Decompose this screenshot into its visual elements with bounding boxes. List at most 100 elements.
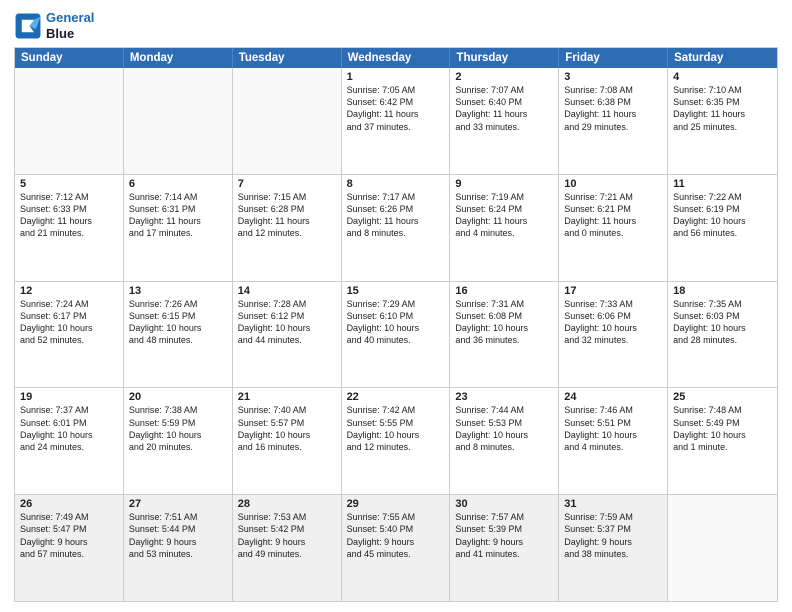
day-cell-21: 21Sunrise: 7:40 AM Sunset: 5:57 PM Dayli…: [233, 388, 342, 494]
day-number: 20: [129, 391, 227, 403]
day-number: 1: [347, 71, 445, 83]
day-details: Sunrise: 7:49 AM Sunset: 5:47 PM Dayligh…: [20, 511, 118, 560]
page: General Blue SundayMondayTuesdayWednesda…: [0, 0, 792, 612]
day-number: 22: [347, 391, 445, 403]
day-cell-30: 30Sunrise: 7:57 AM Sunset: 5:39 PM Dayli…: [450, 495, 559, 601]
day-number: 21: [238, 391, 336, 403]
empty-cell: [233, 68, 342, 174]
day-cell-1: 1Sunrise: 7:05 AM Sunset: 6:42 PM Daylig…: [342, 68, 451, 174]
day-details: Sunrise: 7:55 AM Sunset: 5:40 PM Dayligh…: [347, 511, 445, 560]
day-cell-8: 8Sunrise: 7:17 AM Sunset: 6:26 PM Daylig…: [342, 175, 451, 281]
day-cell-25: 25Sunrise: 7:48 AM Sunset: 5:49 PM Dayli…: [668, 388, 777, 494]
day-details: Sunrise: 7:14 AM Sunset: 6:31 PM Dayligh…: [129, 191, 227, 240]
logo-text: General Blue: [46, 10, 94, 41]
day-details: Sunrise: 7:48 AM Sunset: 5:49 PM Dayligh…: [673, 404, 772, 453]
day-number: 11: [673, 178, 772, 190]
week-row-1: 5Sunrise: 7:12 AM Sunset: 6:33 PM Daylig…: [15, 174, 777, 281]
day-header-friday: Friday: [559, 48, 668, 68]
day-cell-14: 14Sunrise: 7:28 AM Sunset: 6:12 PM Dayli…: [233, 282, 342, 388]
day-cell-9: 9Sunrise: 7:19 AM Sunset: 6:24 PM Daylig…: [450, 175, 559, 281]
day-number: 2: [455, 71, 553, 83]
day-number: 8: [347, 178, 445, 190]
day-number: 6: [129, 178, 227, 190]
logo-icon: [14, 12, 42, 40]
day-details: Sunrise: 7:46 AM Sunset: 5:51 PM Dayligh…: [564, 404, 662, 453]
day-cell-13: 13Sunrise: 7:26 AM Sunset: 6:15 PM Dayli…: [124, 282, 233, 388]
day-cell-4: 4Sunrise: 7:10 AM Sunset: 6:35 PM Daylig…: [668, 68, 777, 174]
day-number: 30: [455, 498, 553, 510]
day-header-tuesday: Tuesday: [233, 48, 342, 68]
day-number: 26: [20, 498, 118, 510]
day-details: Sunrise: 7:59 AM Sunset: 5:37 PM Dayligh…: [564, 511, 662, 560]
day-cell-11: 11Sunrise: 7:22 AM Sunset: 6:19 PM Dayli…: [668, 175, 777, 281]
logo: General Blue: [14, 10, 94, 41]
day-details: Sunrise: 7:29 AM Sunset: 6:10 PM Dayligh…: [347, 298, 445, 347]
day-header-monday: Monday: [124, 48, 233, 68]
day-cell-15: 15Sunrise: 7:29 AM Sunset: 6:10 PM Dayli…: [342, 282, 451, 388]
day-details: Sunrise: 7:21 AM Sunset: 6:21 PM Dayligh…: [564, 191, 662, 240]
day-number: 17: [564, 285, 662, 297]
calendar: SundayMondayTuesdayWednesdayThursdayFrid…: [14, 47, 778, 602]
day-details: Sunrise: 7:51 AM Sunset: 5:44 PM Dayligh…: [129, 511, 227, 560]
day-details: Sunrise: 7:57 AM Sunset: 5:39 PM Dayligh…: [455, 511, 553, 560]
day-number: 31: [564, 498, 662, 510]
day-header-thursday: Thursday: [450, 48, 559, 68]
day-details: Sunrise: 7:53 AM Sunset: 5:42 PM Dayligh…: [238, 511, 336, 560]
day-cell-22: 22Sunrise: 7:42 AM Sunset: 5:55 PM Dayli…: [342, 388, 451, 494]
day-number: 12: [20, 285, 118, 297]
day-cell-6: 6Sunrise: 7:14 AM Sunset: 6:31 PM Daylig…: [124, 175, 233, 281]
day-cell-27: 27Sunrise: 7:51 AM Sunset: 5:44 PM Dayli…: [124, 495, 233, 601]
day-number: 9: [455, 178, 553, 190]
day-details: Sunrise: 7:37 AM Sunset: 6:01 PM Dayligh…: [20, 404, 118, 453]
day-number: 23: [455, 391, 553, 403]
calendar-body: 1Sunrise: 7:05 AM Sunset: 6:42 PM Daylig…: [15, 68, 777, 601]
day-details: Sunrise: 7:42 AM Sunset: 5:55 PM Dayligh…: [347, 404, 445, 453]
day-number: 28: [238, 498, 336, 510]
day-details: Sunrise: 7:22 AM Sunset: 6:19 PM Dayligh…: [673, 191, 772, 240]
day-number: 3: [564, 71, 662, 83]
day-cell-2: 2Sunrise: 7:07 AM Sunset: 6:40 PM Daylig…: [450, 68, 559, 174]
day-details: Sunrise: 7:35 AM Sunset: 6:03 PM Dayligh…: [673, 298, 772, 347]
day-number: 25: [673, 391, 772, 403]
day-header-sunday: Sunday: [15, 48, 124, 68]
day-number: 15: [347, 285, 445, 297]
day-number: 16: [455, 285, 553, 297]
empty-cell: [124, 68, 233, 174]
day-number: 4: [673, 71, 772, 83]
calendar-header: SundayMondayTuesdayWednesdayThursdayFrid…: [15, 48, 777, 68]
day-number: 29: [347, 498, 445, 510]
day-number: 13: [129, 285, 227, 297]
day-details: Sunrise: 7:31 AM Sunset: 6:08 PM Dayligh…: [455, 298, 553, 347]
empty-cell: [668, 495, 777, 601]
day-cell-12: 12Sunrise: 7:24 AM Sunset: 6:17 PM Dayli…: [15, 282, 124, 388]
day-number: 18: [673, 285, 772, 297]
day-cell-16: 16Sunrise: 7:31 AM Sunset: 6:08 PM Dayli…: [450, 282, 559, 388]
day-cell-28: 28Sunrise: 7:53 AM Sunset: 5:42 PM Dayli…: [233, 495, 342, 601]
day-cell-24: 24Sunrise: 7:46 AM Sunset: 5:51 PM Dayli…: [559, 388, 668, 494]
day-number: 5: [20, 178, 118, 190]
day-details: Sunrise: 7:12 AM Sunset: 6:33 PM Dayligh…: [20, 191, 118, 240]
day-cell-5: 5Sunrise: 7:12 AM Sunset: 6:33 PM Daylig…: [15, 175, 124, 281]
day-details: Sunrise: 7:17 AM Sunset: 6:26 PM Dayligh…: [347, 191, 445, 240]
day-details: Sunrise: 7:38 AM Sunset: 5:59 PM Dayligh…: [129, 404, 227, 453]
week-row-4: 26Sunrise: 7:49 AM Sunset: 5:47 PM Dayli…: [15, 494, 777, 601]
day-cell-26: 26Sunrise: 7:49 AM Sunset: 5:47 PM Dayli…: [15, 495, 124, 601]
day-cell-10: 10Sunrise: 7:21 AM Sunset: 6:21 PM Dayli…: [559, 175, 668, 281]
week-row-0: 1Sunrise: 7:05 AM Sunset: 6:42 PM Daylig…: [15, 68, 777, 174]
day-details: Sunrise: 7:28 AM Sunset: 6:12 PM Dayligh…: [238, 298, 336, 347]
day-number: 24: [564, 391, 662, 403]
day-number: 10: [564, 178, 662, 190]
day-number: 7: [238, 178, 336, 190]
day-number: 19: [20, 391, 118, 403]
day-cell-17: 17Sunrise: 7:33 AM Sunset: 6:06 PM Dayli…: [559, 282, 668, 388]
week-row-3: 19Sunrise: 7:37 AM Sunset: 6:01 PM Dayli…: [15, 387, 777, 494]
week-row-2: 12Sunrise: 7:24 AM Sunset: 6:17 PM Dayli…: [15, 281, 777, 388]
day-number: 27: [129, 498, 227, 510]
day-details: Sunrise: 7:19 AM Sunset: 6:24 PM Dayligh…: [455, 191, 553, 240]
day-cell-7: 7Sunrise: 7:15 AM Sunset: 6:28 PM Daylig…: [233, 175, 342, 281]
day-details: Sunrise: 7:10 AM Sunset: 6:35 PM Dayligh…: [673, 84, 772, 133]
day-details: Sunrise: 7:33 AM Sunset: 6:06 PM Dayligh…: [564, 298, 662, 347]
day-cell-20: 20Sunrise: 7:38 AM Sunset: 5:59 PM Dayli…: [124, 388, 233, 494]
header: General Blue: [14, 10, 778, 41]
day-details: Sunrise: 7:44 AM Sunset: 5:53 PM Dayligh…: [455, 404, 553, 453]
